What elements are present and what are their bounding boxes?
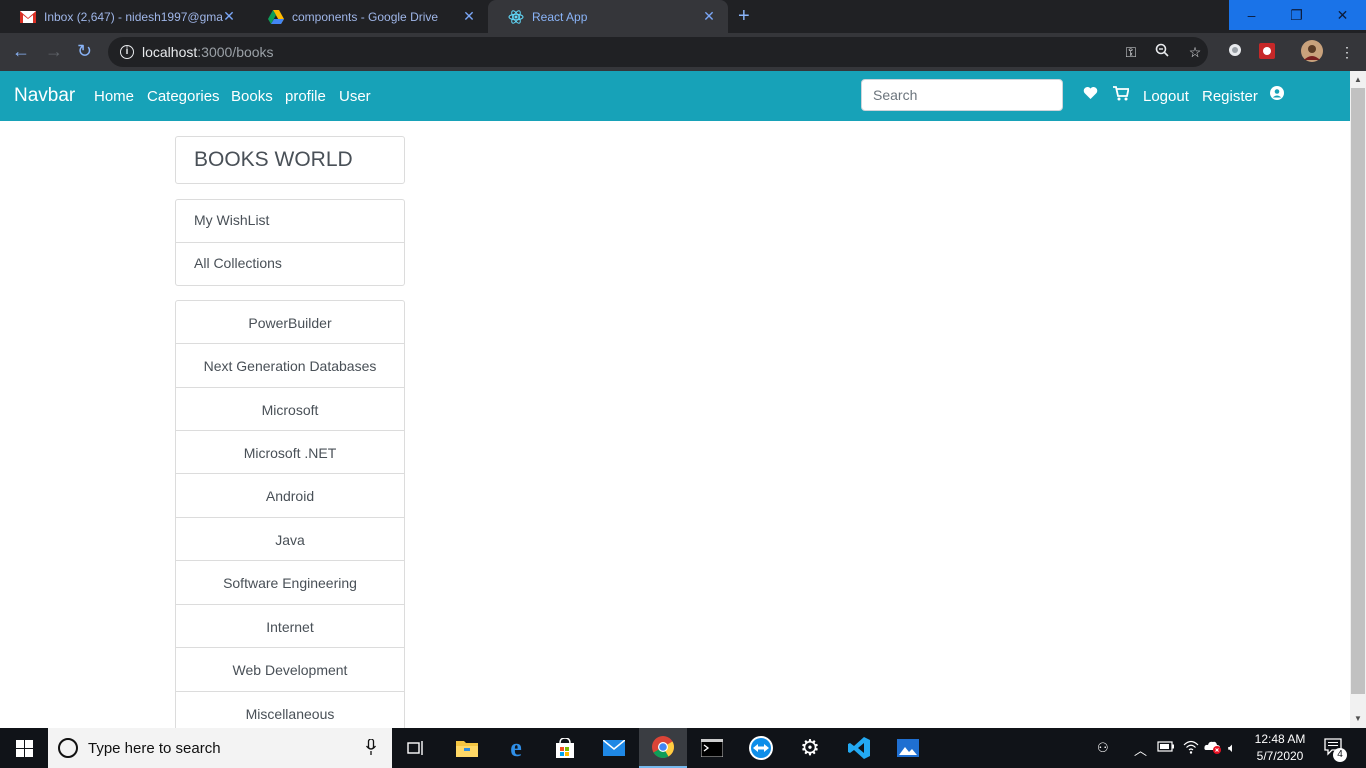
user-circle-icon[interactable] bbox=[1270, 86, 1284, 105]
bookmark-star-icon[interactable]: ☆ bbox=[1186, 43, 1204, 61]
browser-toolbar: ← → ↻ i localhost:3000/books ⚿ ☆ ⋮ bbox=[0, 33, 1366, 71]
heart-icon[interactable] bbox=[1083, 86, 1098, 105]
address-bar[interactable]: i localhost:3000/books bbox=[108, 37, 1208, 67]
navbar-brand[interactable]: Navbar bbox=[14, 85, 75, 107]
menu-item-all-collections[interactable]: All Collections bbox=[175, 242, 405, 286]
tab-gmail[interactable]: Inbox (2,647) - nidesh1997@gma ✕ bbox=[0, 0, 248, 33]
url-host: localhost bbox=[142, 44, 198, 60]
tab-close-icon[interactable]: ✕ bbox=[702, 9, 716, 23]
profile-avatar[interactable] bbox=[1301, 40, 1323, 62]
google-drive-icon bbox=[268, 9, 284, 25]
tab-google-drive[interactable]: components - Google Drive ✕ bbox=[248, 0, 488, 33]
zoom-icon[interactable] bbox=[1153, 43, 1171, 61]
category-item[interactable]: Web Development bbox=[175, 647, 405, 692]
tab-close-icon[interactable]: ✕ bbox=[222, 9, 236, 23]
mail-icon[interactable] bbox=[590, 728, 638, 768]
category-item[interactable]: Java bbox=[175, 517, 405, 561]
scrollbar-thumb[interactable] bbox=[1351, 88, 1365, 694]
file-explorer-icon[interactable] bbox=[443, 728, 491, 768]
tab-title: Inbox (2,647) - nidesh1997@gma bbox=[44, 9, 223, 24]
category-item[interactable]: PowerBuilder bbox=[175, 300, 405, 344]
category-item[interactable]: Android bbox=[175, 473, 405, 518]
scroll-up-icon[interactable]: ▲ bbox=[1354, 75, 1362, 84]
search-input[interactable] bbox=[861, 79, 1063, 111]
vscode-icon[interactable] bbox=[835, 728, 883, 768]
cortana-icon bbox=[58, 738, 78, 758]
tab-title: components - Google Drive bbox=[292, 9, 439, 24]
chrome-taskbar-icon[interactable] bbox=[639, 728, 687, 768]
menu-item-wishlist[interactable]: My WishList bbox=[175, 199, 405, 243]
browser-tab-strip: Inbox (2,647) - nidesh1997@gma ✕ compone… bbox=[0, 0, 1366, 33]
windows-logo-icon bbox=[15, 739, 33, 757]
terminal-icon[interactable] bbox=[688, 728, 736, 768]
chrome-menu-icon[interactable]: ⋮ bbox=[1338, 43, 1356, 61]
back-arrow-icon[interactable]: ← bbox=[12, 42, 30, 60]
category-item[interactable]: Internet bbox=[175, 604, 405, 648]
people-icon[interactable]: ⚇ bbox=[1097, 740, 1109, 756]
tab-close-icon[interactable]: ✕ bbox=[462, 9, 476, 23]
category-item[interactable]: Next Generation Databases bbox=[175, 343, 405, 388]
taskbar-search-box[interactable]: Type here to search bbox=[48, 728, 392, 768]
wifi-icon[interactable] bbox=[1183, 740, 1199, 757]
url-text: localhost:3000/books bbox=[142, 44, 274, 60]
close-window-button[interactable]: ✕ bbox=[1319, 0, 1366, 30]
photos-icon[interactable] bbox=[884, 728, 932, 768]
taskbar-clock[interactable]: 12:48 AM 5/7/2020 bbox=[1250, 731, 1310, 765]
nav-link-books[interactable]: Books bbox=[231, 88, 273, 105]
task-view-icon[interactable] bbox=[392, 728, 440, 768]
key-icon[interactable]: ⚿ bbox=[1122, 43, 1140, 61]
url-path: :3000/books bbox=[197, 44, 274, 60]
windows-taskbar: Type here to search e ⚙ ⚇ ︿ � bbox=[0, 728, 1366, 768]
site-info-icon[interactable]: i bbox=[120, 45, 134, 59]
books-world-title: BOOKS WORLD bbox=[175, 136, 405, 184]
page-scrollbar[interactable]: ▲ ▼ bbox=[1350, 71, 1366, 728]
cart-icon[interactable] bbox=[1113, 86, 1130, 106]
battery-icon[interactable] bbox=[1157, 740, 1175, 755]
category-item[interactable]: Software Engineering bbox=[175, 560, 405, 605]
tab-title: React App bbox=[532, 9, 588, 24]
app-navbar: Navbar Home Categories Books profile Use… bbox=[0, 71, 1350, 121]
gmail-icon bbox=[20, 9, 36, 25]
new-tab-button[interactable]: + bbox=[738, 6, 750, 26]
register-link[interactable]: Register bbox=[1202, 88, 1258, 105]
extension-red-icon[interactable] bbox=[1258, 43, 1276, 61]
teamviewer-icon[interactable] bbox=[737, 728, 785, 768]
microphone-icon[interactable] bbox=[365, 738, 377, 758]
logout-link[interactable]: Logout bbox=[1143, 88, 1189, 105]
nav-link-profile[interactable]: profile bbox=[285, 88, 326, 105]
settings-gear-icon[interactable]: ⚙ bbox=[786, 728, 834, 768]
category-item[interactable]: Microsoft .NET bbox=[175, 430, 405, 474]
nav-link-categories[interactable]: Categories bbox=[147, 88, 220, 105]
react-icon bbox=[508, 9, 524, 25]
taskbar-search-text: Type here to search bbox=[88, 740, 221, 757]
clock-time: 12:48 AM bbox=[1254, 732, 1306, 746]
reload-icon[interactable]: ↻ bbox=[77, 42, 92, 60]
minimize-button[interactable]: – bbox=[1229, 0, 1274, 30]
tab-react-app[interactable]: React App ✕ bbox=[488, 0, 728, 33]
windows-start-button[interactable] bbox=[0, 728, 48, 768]
volume-icon[interactable]: 🔈︎ bbox=[1228, 740, 1236, 756]
nav-link-home[interactable]: Home bbox=[94, 88, 134, 105]
notification-count-badge: 4 bbox=[1333, 748, 1347, 762]
store-icon[interactable] bbox=[541, 728, 589, 768]
clock-date: 5/7/2020 bbox=[1256, 749, 1304, 763]
extension-icon[interactable] bbox=[1226, 43, 1244, 61]
restore-button[interactable]: ❐ bbox=[1274, 0, 1319, 30]
nav-link-user[interactable]: User bbox=[339, 88, 371, 105]
edge-icon[interactable]: e bbox=[492, 728, 540, 768]
category-item[interactable]: Microsoft bbox=[175, 387, 405, 431]
forward-arrow-icon[interactable]: → bbox=[45, 42, 63, 60]
onedrive-error-icon[interactable] bbox=[1204, 740, 1222, 757]
scroll-down-icon[interactable]: ▼ bbox=[1354, 714, 1362, 723]
show-hidden-icons-chevron[interactable]: ︿ bbox=[1134, 740, 1147, 759]
